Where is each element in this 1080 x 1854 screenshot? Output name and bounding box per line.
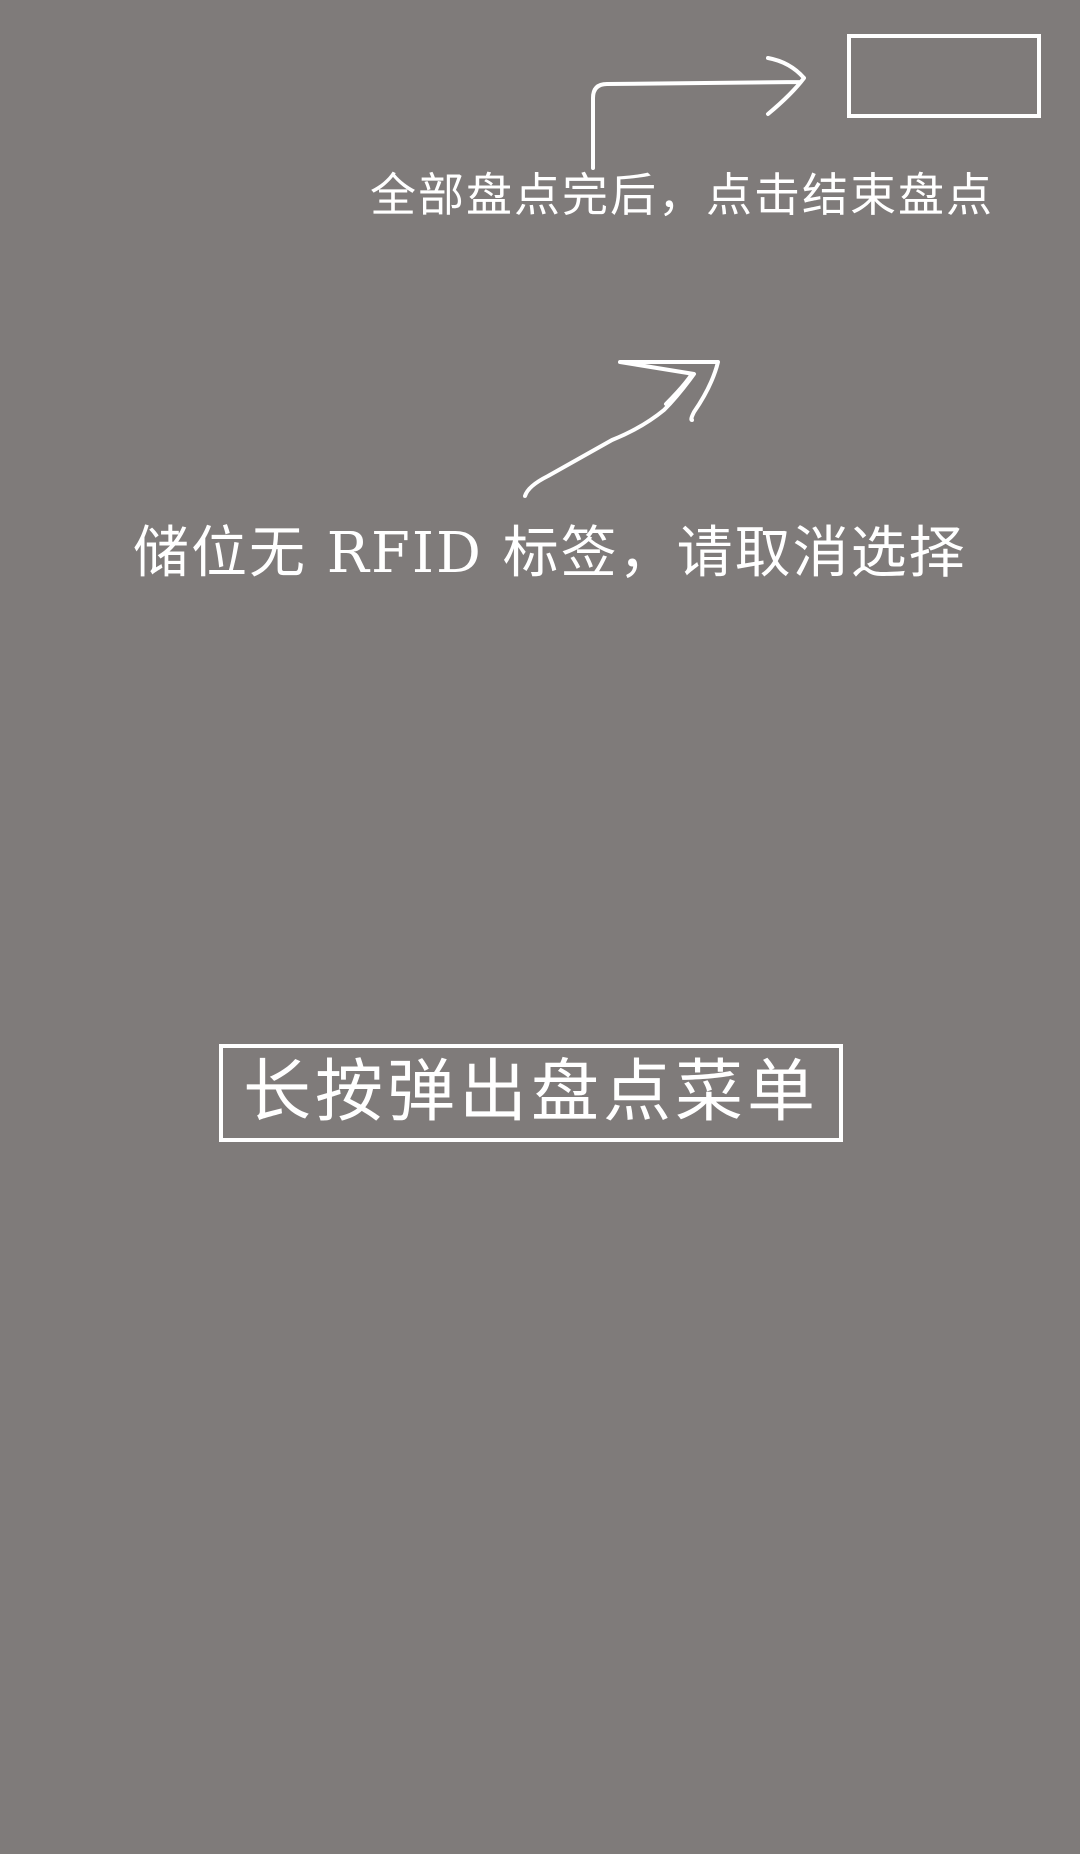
long-press-menu-label: 长按弹出盘点菜单 [242, 1053, 819, 1132]
long-press-menu-hint: 长按弹出盘点菜单 [219, 1044, 843, 1142]
end-arrow-icon [591, 56, 806, 170]
end-inventory-hint: 全部盘点完后，点击结束盘点 [370, 168, 994, 222]
rfid-arrow-icon [523, 360, 720, 498]
annotation-arrows [523, 56, 806, 498]
no-rfid-hint: 储位无 RFID 标签，请取消选择 [133, 521, 967, 586]
